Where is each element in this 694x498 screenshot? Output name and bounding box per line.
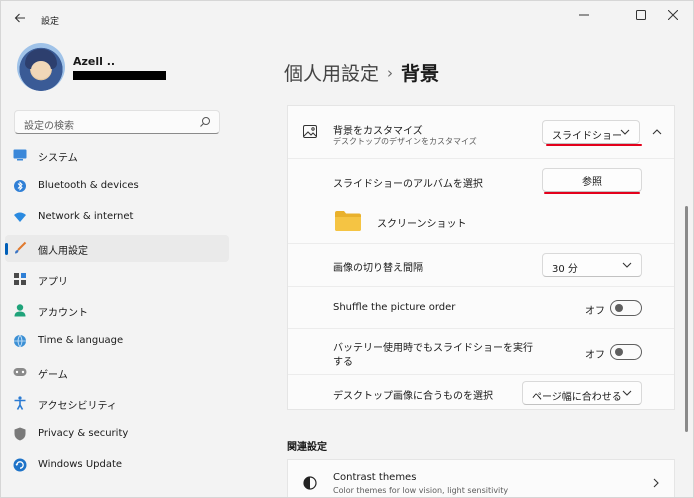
folder-icon xyxy=(335,211,361,231)
album-row: スライドショーのアルバムを選択 参照 スクリーンショット xyxy=(288,158,674,251)
breadcrumb-parent[interactable]: 個人用設定 xyxy=(284,63,379,85)
battery-label-line2: する xyxy=(333,357,353,368)
battery-label-line1: バッテリー使用時でもスライドショーを実行 xyxy=(333,343,533,354)
toggle-knob xyxy=(615,348,623,356)
sidebar-item-label: ゲーム xyxy=(38,370,68,381)
sidebar-item-gaming[interactable]: ゲーム xyxy=(5,359,229,386)
sidebar-item-privacy[interactable]: Privacy & security xyxy=(5,421,229,448)
sidebar-item-system[interactable]: システム xyxy=(5,142,229,169)
sidebar-item-label: Time & language xyxy=(38,335,124,346)
chevron-down-icon xyxy=(622,390,632,396)
close-icon xyxy=(668,10,678,20)
sidebar-item-label: Windows Update xyxy=(38,459,123,470)
image-icon xyxy=(303,125,317,138)
account-icon xyxy=(13,303,27,317)
chevron-up-icon[interactable] xyxy=(652,128,662,136)
background-subtitle: デスクトップのデザインをカスタマイズ xyxy=(333,137,477,146)
red-underline xyxy=(544,192,640,194)
shield-icon xyxy=(13,427,27,441)
sidebar-item-label: Privacy & security xyxy=(38,428,129,439)
contrast-icon xyxy=(303,476,317,490)
avatar xyxy=(17,43,65,91)
breadcrumb-separator: › xyxy=(387,64,394,82)
battery-toggle[interactable] xyxy=(610,344,642,360)
sidebar-item-label: 個人用設定 xyxy=(38,246,88,257)
contrast-title: Contrast themes xyxy=(333,472,417,483)
maximize-icon xyxy=(636,10,646,20)
sidebar-item-time-language[interactable]: Time & language xyxy=(5,328,229,355)
chevron-down-icon xyxy=(622,262,632,268)
chevron-down-icon xyxy=(620,129,630,135)
app-title: 設定 xyxy=(41,17,60,27)
update-icon xyxy=(13,458,27,472)
browse-button[interactable]: 参照 xyxy=(542,168,642,192)
breadcrumb: 個人用設定 › 背景 xyxy=(284,59,439,86)
sidebar-item-label: アプリ xyxy=(38,277,68,288)
scrollbar-thumb[interactable] xyxy=(685,206,688,432)
dropdown-value: スライドショー xyxy=(552,131,622,142)
sidebar-nav: システム Bluetooth & devices Network & inter… xyxy=(5,142,229,483)
back-arrow-icon xyxy=(14,13,25,23)
minimize-button[interactable] xyxy=(561,1,607,29)
battery-row: バッテリー使用時でもスライドショーを実行 する オフ xyxy=(288,328,674,374)
red-underline xyxy=(546,144,642,146)
sidebar-item-label: システム xyxy=(38,153,78,164)
close-button[interactable] xyxy=(651,1,693,29)
sidebar-item-label: Bluetooth & devices xyxy=(38,180,139,191)
sidebar-item-label: アクセシビリティ xyxy=(38,401,117,412)
brush-icon xyxy=(13,241,27,255)
related-settings-heading: 関連設定 xyxy=(287,442,327,453)
dropdown-value: ページ幅に合わせる xyxy=(532,392,622,403)
interval-label: 画像の切り替え間隔 xyxy=(333,263,423,274)
sidebar-item-windows-update[interactable]: Windows Update xyxy=(5,452,229,479)
sidebar-item-bluetooth[interactable]: Bluetooth & devices xyxy=(5,173,229,200)
toggle-state-label: オフ xyxy=(585,350,605,361)
background-settings-card: 背景をカスタマイズ デスクトップのデザインをカスタマイズ スライドショー スライ… xyxy=(287,105,675,410)
accessibility-icon xyxy=(13,396,27,410)
chevron-right-icon xyxy=(653,478,659,488)
contrast-themes-card[interactable]: Contrast themes Color themes for low vis… xyxy=(287,459,675,497)
fit-label: デスクトップ画像に合うものを選択 xyxy=(333,391,493,402)
apps-icon xyxy=(13,272,27,286)
sidebar-item-apps[interactable]: アプリ xyxy=(5,266,229,293)
background-title: 背景をカスタマイズ xyxy=(333,126,423,137)
sidebar-item-personalization[interactable]: 個人用設定 xyxy=(5,235,229,262)
sidebar-item-network[interactable]: Network & internet xyxy=(5,204,229,231)
dropdown-value: 30 分 xyxy=(552,264,578,275)
browse-button-label: 参照 xyxy=(582,176,602,188)
interval-row: 画像の切り替え間隔 30 分 xyxy=(288,243,674,286)
user-name: Azell .. xyxy=(73,55,116,68)
sidebar-item-accessibility[interactable]: アクセシビリティ xyxy=(5,390,229,417)
search-placeholder: 設定の検索 xyxy=(24,121,74,132)
toggle-state-label: オフ xyxy=(585,306,605,317)
title-bar: 設定 xyxy=(1,1,693,37)
settings-window: 設定 Azell .. 設定の検索 システム Bluetooth & devic… xyxy=(0,0,694,498)
contrast-subtitle: Color themes for low vision, light sensi… xyxy=(333,486,509,495)
fit-dropdown[interactable]: ページ幅に合わせる xyxy=(522,381,642,405)
minimize-icon xyxy=(579,14,589,16)
wifi-icon xyxy=(13,210,27,224)
shuffle-toggle[interactable] xyxy=(610,300,642,316)
system-icon xyxy=(13,148,27,162)
background-type-dropdown[interactable]: スライドショー xyxy=(542,120,640,144)
shuffle-label: Shuffle the picture order xyxy=(333,302,456,313)
sidebar-item-label: Network & internet xyxy=(38,211,134,222)
sidebar-item-accounts[interactable]: アカウント xyxy=(5,297,229,324)
toggle-knob xyxy=(615,304,623,312)
page-title: 背景 xyxy=(401,63,440,85)
fit-row: デスクトップ画像に合うものを選択 ページ幅に合わせる xyxy=(288,374,674,411)
gamepad-icon xyxy=(13,365,27,379)
redacted-email-bar xyxy=(73,71,166,80)
interval-dropdown[interactable]: 30 分 xyxy=(542,253,642,277)
bluetooth-icon xyxy=(13,179,27,193)
search-icon[interactable] xyxy=(199,116,211,128)
search-box[interactable]: 設定の検索 xyxy=(14,110,220,134)
folder-name[interactable]: スクリーンショット xyxy=(377,215,467,230)
globe-clock-icon xyxy=(13,334,27,348)
background-type-row[interactable]: 背景をカスタマイズ デスクトップのデザインをカスタマイズ スライドショー xyxy=(288,106,674,158)
sidebar-item-label: アカウント xyxy=(38,308,88,319)
back-button[interactable] xyxy=(9,7,31,29)
shuffle-row: Shuffle the picture order オフ xyxy=(288,286,674,328)
album-label: スライドショーのアルバムを選択 xyxy=(333,179,483,190)
